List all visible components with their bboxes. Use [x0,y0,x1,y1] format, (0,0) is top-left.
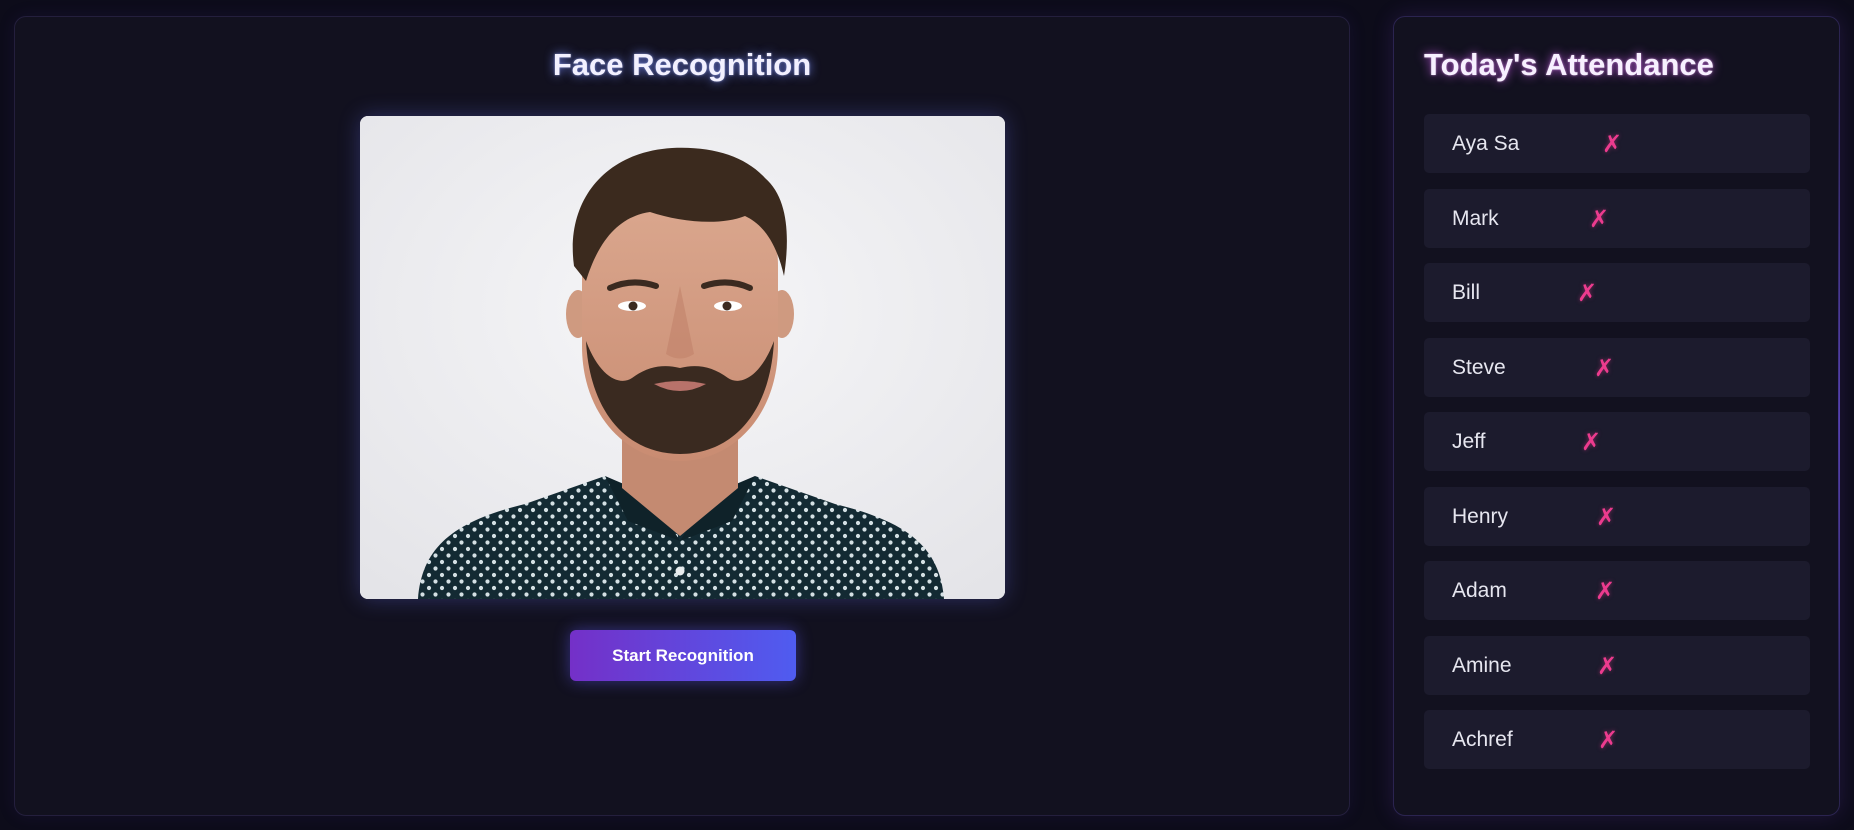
attendance-item: Achref ✗ [1424,710,1810,769]
attendee-name: Amine [1452,653,1512,677]
attendee-name: Bill [1452,281,1481,304]
attendee-name: Adam [1452,579,1507,602]
absent-icon: ✗ [1598,727,1619,754]
recognition-panel: Face Recognition Start Recognition [14,16,1350,816]
camera-feed [360,116,1005,599]
attendance-item: Amine ✗ [1424,635,1810,695]
absent-icon: ✗ [1602,131,1623,158]
attendance-item: Mark ✗ [1424,188,1810,248]
absent-icon: ✗ [1596,503,1617,531]
camera-frame-image [360,116,1005,599]
attendance-item: Adam ✗ [1424,561,1810,620]
absent-icon: ✗ [1595,578,1616,605]
start-recognition-button[interactable]: Start Recognition [570,630,796,681]
absent-icon: ✗ [1594,354,1615,382]
attendance-panel: Today's Attendance Aya Sa ✗ Mark ✗ Bill … [1393,16,1840,816]
edge-glow-divider [1838,40,1840,800]
attendee-name: Henry [1452,504,1509,528]
attendance-item: Jeff ✗ [1424,412,1810,471]
attendance-item: Henry ✗ [1424,486,1810,546]
attendance-title: Today's Attendance [1424,47,1714,82]
absent-icon: ✗ [1581,429,1602,456]
absent-icon: ✗ [1589,205,1610,233]
attendance-item: Steve ✗ [1424,337,1810,397]
attendance-item: Bill ✗ [1424,263,1810,322]
attendee-name: Steve [1452,355,1506,379]
attendee-name: Aya Sa [1452,132,1520,155]
attendance-list: Aya Sa ✗ Mark ✗ Bill ✗ Steve ✗ Jeff ✗ He… [1424,114,1810,785]
absent-icon: ✗ [1597,652,1618,680]
recognition-title: Face Recognition [552,47,812,82]
attendance-item: Aya Sa ✗ [1424,114,1810,173]
absent-icon: ✗ [1577,280,1598,307]
attendee-name: Mark [1452,206,1499,230]
attendee-name: Jeff [1452,430,1486,453]
attendee-name: Achref [1452,728,1513,751]
